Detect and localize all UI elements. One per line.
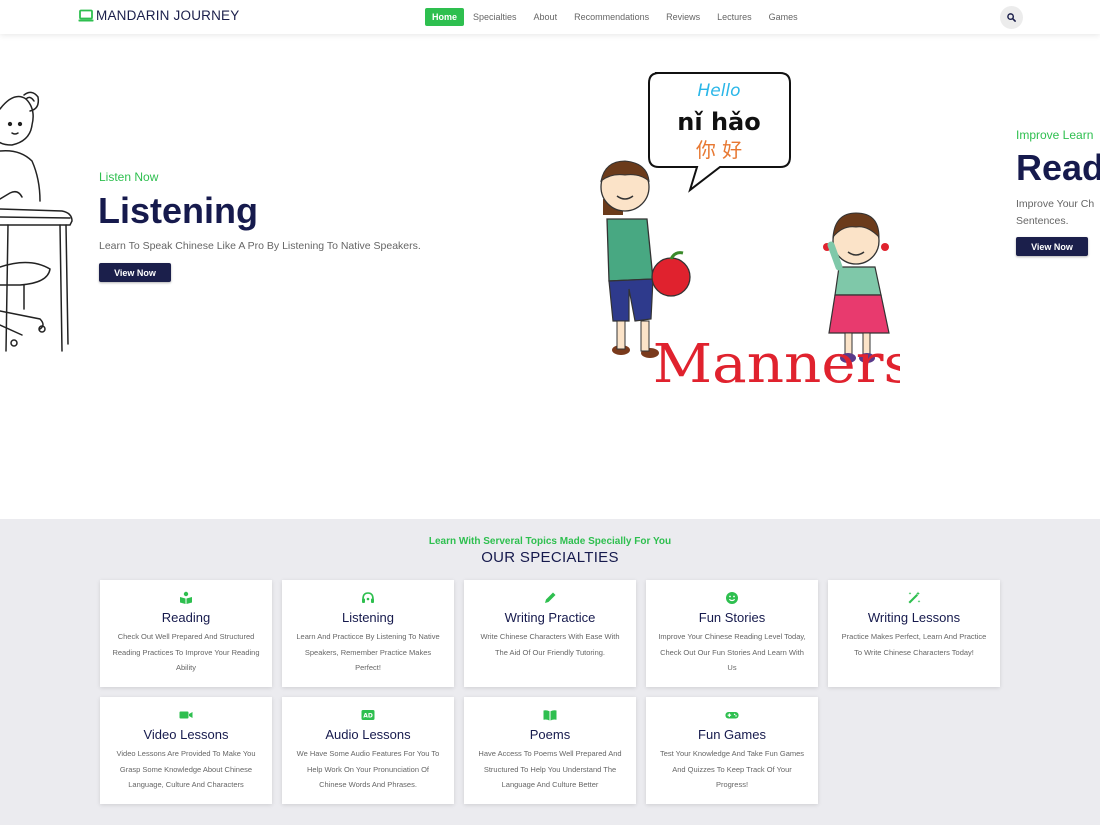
pencil-icon [545,592,556,603]
top-navbar: MANDARIN JOURNEY Home Specialties About … [0,0,1100,34]
brand-logo[interactable]: MANDARIN JOURNEY [78,8,239,23]
card-writing-practice[interactable]: Writing Practice Write Chinese Character… [464,580,636,687]
specialties-section: Learn With Serveral Topics Made Speciall… [0,519,1100,825]
card-audio-lessons[interactable]: AD Audio Lessons We Have Some Audio Feat… [282,697,454,804]
card-writing-lessons[interactable]: Writing Lessons Practice Makes Perfect, … [828,580,1000,687]
boy-figure [600,160,691,358]
svg-text:AD: AD [363,713,373,720]
card-fun-games[interactable]: Fun Games Test Your Knowledge And Take F… [646,697,818,804]
search-icon [1007,13,1016,22]
card-reading[interactable]: Reading Check Out Well Prepared And Stru… [100,580,272,687]
hero-slider: Listen Now Listening Learn To Speak Chin… [0,34,1100,520]
card-listening[interactable]: Listening Learn And Practicce By Listeni… [282,580,454,687]
smile-icon [726,592,738,604]
search-button[interactable] [1000,6,1023,29]
headset-icon [362,592,374,603]
nav-recommendations[interactable]: Recommendations [574,8,649,26]
gamepad-icon [725,711,739,719]
magic-wand-icon [908,591,921,604]
laptop-icon [78,9,94,21]
person-at-desk-illustration [0,91,73,352]
nav-lectures[interactable]: Lectures [717,8,752,26]
manners-illustration: Hello nǐ hǎo 你 好 Manners [600,72,900,389]
nav-reviews[interactable]: Reviews [666,8,700,26]
card-video-lessons[interactable]: Video Lessons Video Lessons Are Provided… [100,697,272,804]
card-poems[interactable]: Poems Have Access To Poems Well Prepared… [464,697,636,804]
brand-name: MANDARIN JOURNEY [96,8,240,23]
open-book-icon [543,710,557,721]
next-slide-description: Improve Your Ch Sentences. [1016,198,1095,227]
specialties-title: OUR SPECIALTIES [481,549,619,566]
slide-subtitle: Listen Now [99,170,159,184]
slide-title: Listening [98,190,258,231]
slide-description: Learn To Speak Chinese Like A Pro By Lis… [99,240,421,252]
nav-games[interactable]: Games [769,8,798,26]
bubble-hello: Hello [697,81,740,101]
next-slide-subtitle: Improve Learn [1016,128,1094,142]
bubble-hanzi: 你 好 [696,138,742,162]
card-fun-stories[interactable]: Fun Stories Improve Your Chinese Reading… [646,580,818,687]
view-now-button[interactable]: View Now [99,263,171,282]
next-view-now-button[interactable]: View Now [1016,237,1088,256]
audio-description-icon: AD [361,710,375,720]
video-icon [179,711,193,719]
nav-menu: Home Specialties About Recommendations R… [425,8,815,26]
manners-caption: Manners [653,333,900,389]
nav-home[interactable]: Home [425,8,465,26]
specialties-subtitle: Learn With Serveral Topics Made Speciall… [428,536,672,547]
reading-icon [180,591,192,604]
bubble-pinyin: nǐ hǎo [677,108,760,136]
nav-about[interactable]: About [534,8,558,26]
next-slide-title: Read [1016,147,1100,188]
nav-specialties[interactable]: Specialties [473,8,517,26]
